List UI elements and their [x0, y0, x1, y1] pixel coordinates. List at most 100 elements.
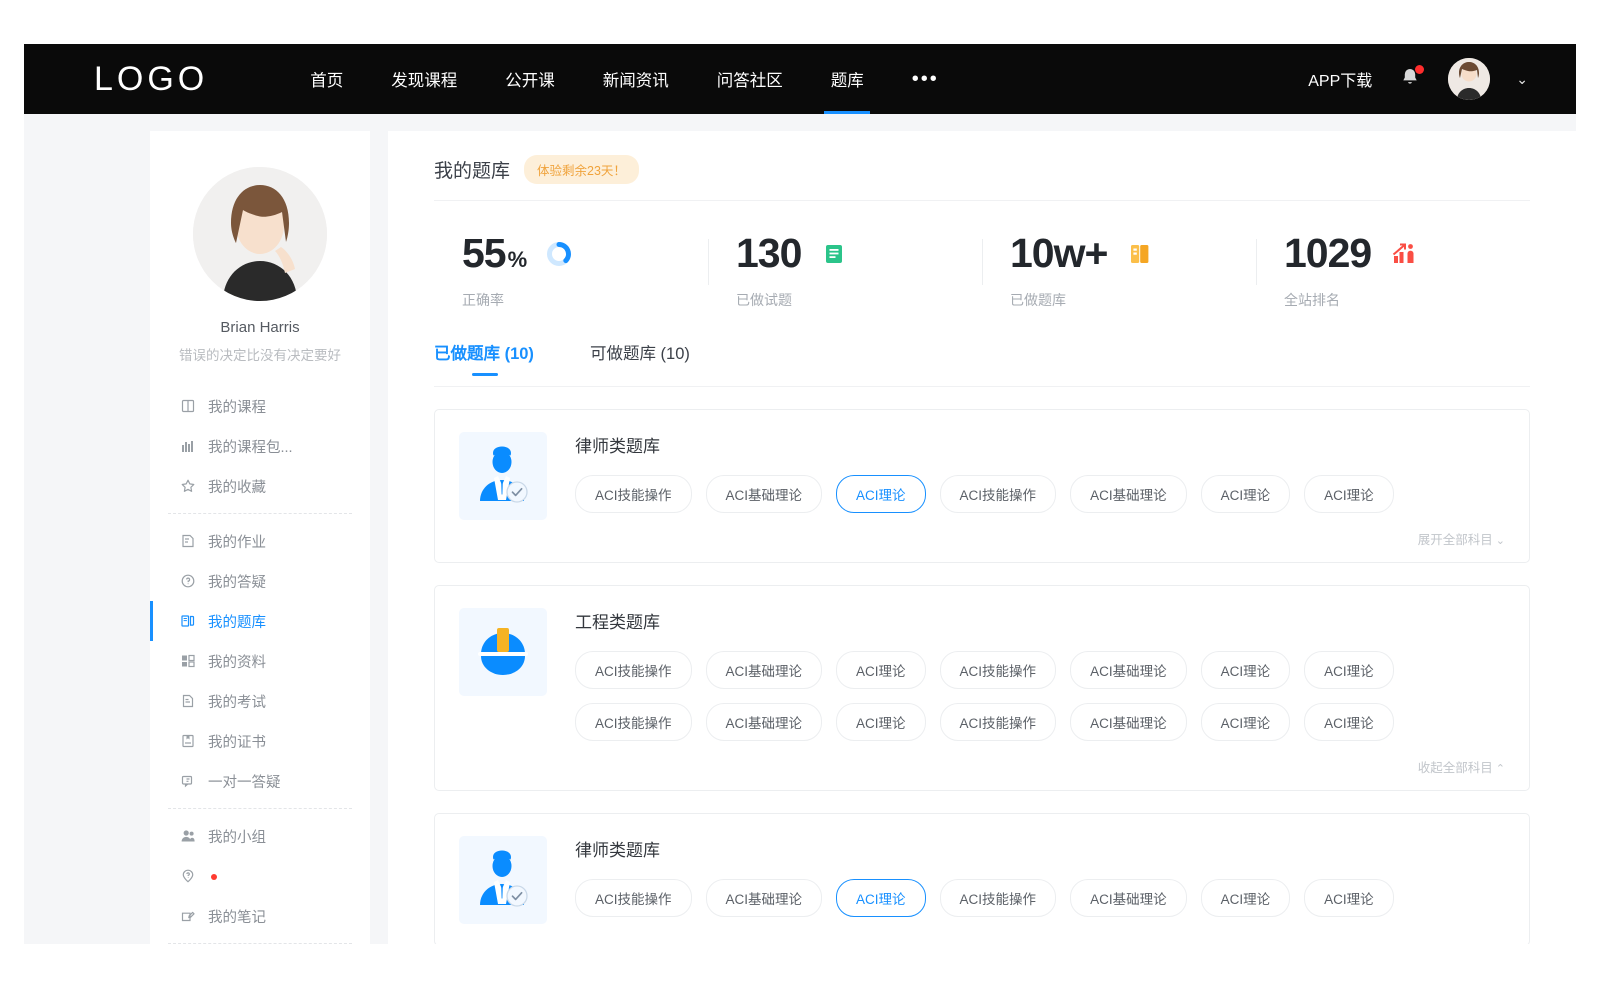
- exam-icon: [180, 693, 196, 709]
- subject-tag[interactable]: ACI理论: [836, 475, 926, 513]
- sidebar-item-label: 我的收藏: [208, 476, 266, 497]
- chat-icon: [180, 773, 196, 789]
- lawyer-icon[interactable]: [459, 432, 547, 520]
- question-bank-icon: [180, 613, 196, 629]
- note-icon: [180, 908, 196, 924]
- tab-1[interactable]: 可做题库 (10): [590, 340, 690, 376]
- subject-tag[interactable]: ACI理论: [1201, 651, 1291, 689]
- sidebar-item-note[interactable]: 我的笔记: [150, 896, 370, 936]
- sidebar-item-certificate[interactable]: 我的证书: [150, 721, 370, 761]
- expand-subjects-link[interactable]: 展开全部科目⌄: [575, 527, 1505, 548]
- chevron-icon: ⌃: [1496, 763, 1505, 775]
- app-window: LOGO 首页发现课程公开课新闻资讯 问答社区 题库 ••• APP下载 ⌄: [24, 44, 1576, 944]
- stat-card-0: 55% 正确率: [434, 233, 708, 310]
- avatar[interactable]: [1448, 58, 1490, 100]
- expand-subjects-link[interactable]: 收起全部科目⌃: [575, 755, 1505, 776]
- sidebar-item-question-bank[interactable]: 我的题库: [150, 601, 370, 641]
- subject-tag[interactable]: ACI理论: [1304, 703, 1394, 741]
- files-icon: [180, 653, 196, 669]
- nav-item-label: 题库: [831, 67, 864, 91]
- sidebar-menu: 我的课程我的课程包... 我的收藏我的作业我的答疑我的题库我的资料我的考试我的证书…: [150, 386, 370, 944]
- subject-tag[interactable]: ACI技能操作: [575, 651, 692, 689]
- sidebar-item-files[interactable]: 我的资料: [150, 641, 370, 681]
- nav-more-button[interactable]: •••: [888, 44, 963, 114]
- nav-item-1[interactable]: 发现课程: [367, 44, 481, 114]
- subject-tag[interactable]: ACI理论: [1201, 879, 1291, 917]
- notification-bell-button[interactable]: [1398, 66, 1422, 92]
- question-circle-icon: [180, 573, 196, 589]
- main-content: 我的题库 体验剩余23天！ 55% 正确率130 已做试题10w+ 已做题库10…: [388, 131, 1576, 944]
- sidebar-item-homework[interactable]: 我的作业: [150, 521, 370, 561]
- subject-tag[interactable]: ACI基础理论: [1070, 879, 1187, 917]
- subject-tag[interactable]: ACI理论: [836, 651, 926, 689]
- unread-dot: [211, 874, 217, 880]
- subject-tag[interactable]: ACI技能操作: [940, 475, 1057, 513]
- profile-motto: 错误的决定比没有决定要好: [164, 344, 356, 364]
- subject-tag[interactable]: ACI理论: [836, 879, 926, 917]
- expand-subjects-label: 展开全部科目: [1418, 533, 1493, 547]
- chevron-icon: ⌄: [1496, 535, 1505, 547]
- subject-tag[interactable]: ACI基础理论: [706, 651, 823, 689]
- site-logo[interactable]: LOGO: [94, 60, 208, 99]
- nav-item-4[interactable]: 问答社区: [693, 44, 807, 114]
- subject-tag[interactable]: ACI理论: [836, 703, 926, 741]
- subject-tag[interactable]: ACI技能操作: [575, 475, 692, 513]
- subject-tag[interactable]: ACI基础理论: [706, 703, 823, 741]
- tag-row: ACI技能操作 ACI基础理论 ACI理论 ACI技能操作 ACI基础理论 ACI理论 AC…: [575, 651, 1505, 689]
- exam-icon: [180, 693, 196, 709]
- stat-label: 已做试题: [736, 290, 982, 310]
- sidebar-item-exam[interactable]: 我的考试: [150, 681, 370, 721]
- profile-name: Brian Harris: [164, 319, 356, 336]
- subject-tag[interactable]: ACI基础理论: [706, 879, 823, 917]
- subject-tag[interactable]: ACI技能操作: [940, 651, 1057, 689]
- stat-label: 已做题库: [1010, 290, 1256, 310]
- subject-tag[interactable]: ACI基础理论: [1070, 703, 1187, 741]
- orange-book-icon: [1127, 241, 1153, 267]
- nav-item-0[interactable]: 首页: [286, 44, 367, 114]
- main-nav: 首页发现课程公开课新闻资讯 问答社区 题库: [286, 44, 888, 114]
- lawyer-icon[interactable]: [459, 836, 547, 924]
- menu-divider: [168, 808, 352, 809]
- subject-tag[interactable]: ACI基础理论: [1070, 475, 1187, 513]
- subject-tag[interactable]: ACI技能操作: [940, 879, 1057, 917]
- sidebar-item-book[interactable]: 我的课程: [150, 386, 370, 426]
- subject-tag[interactable]: ACI技能操作: [575, 879, 692, 917]
- nav-item-label: 新闻资讯: [603, 67, 669, 91]
- subject-tag[interactable]: ACI理论: [1304, 879, 1394, 917]
- sidebar-item-chat[interactable]: 一对一答疑: [150, 761, 370, 801]
- subject-tag[interactable]: ACI理论: [1304, 475, 1394, 513]
- subject-tag[interactable]: ACI技能操作: [940, 703, 1057, 741]
- star-icon: [180, 478, 196, 494]
- nav-item-label: 问答社区: [717, 67, 783, 91]
- main-header: 我的题库 体验剩余23天！: [434, 155, 1530, 201]
- subject-tag[interactable]: ACI技能操作: [575, 703, 692, 741]
- subject-tag[interactable]: ACI基础理论: [706, 475, 823, 513]
- card-body: 律师类题库ACI技能操作ACI基础理论ACI理论ACI技能操作ACI基础理论AC…: [575, 432, 1505, 548]
- sidebar-item-question-circle[interactable]: 我的答疑: [150, 561, 370, 601]
- stat-value: 130: [736, 233, 801, 274]
- subject-tag[interactable]: ACI理论: [1201, 475, 1291, 513]
- sidebar-item-label: 我的笔记: [208, 906, 266, 927]
- engineer-helmet-icon[interactable]: [459, 608, 547, 696]
- sidebar-item-bar-chart[interactable]: 我的课程包...: [150, 426, 370, 466]
- nav-item-3[interactable]: 新闻资讯: [579, 44, 693, 114]
- green-book-icon: [821, 241, 847, 267]
- nav-item-5[interactable]: 题库: [807, 44, 888, 114]
- subject-tag[interactable]: ACI基础理论: [1070, 651, 1187, 689]
- profile-photo[interactable]: [193, 167, 327, 301]
- question-bank-icon: [180, 613, 196, 629]
- nav-item-2[interactable]: 公开课: [481, 44, 579, 114]
- sidebar-item-star[interactable]: 我的收藏: [150, 466, 370, 506]
- files-icon: [180, 653, 196, 669]
- subject-tag[interactable]: ACI理论: [1304, 651, 1394, 689]
- question-bank-card: 律师类题库ACI技能操作ACI基础理论ACI理论ACI技能操作ACI基础理论AC…: [434, 409, 1530, 563]
- sidebar-item-group[interactable]: 我的小组: [150, 816, 370, 856]
- pie-chart-icon: [546, 241, 572, 267]
- page-body: Brian Harris 错误的决定比没有决定要好 我的课程我的课程包...我的…: [24, 114, 1576, 944]
- chevron-down-icon[interactable]: ⌄: [1516, 71, 1528, 88]
- app-download-link[interactable]: APP下载: [1308, 67, 1372, 91]
- subject-tag[interactable]: ACI理论: [1201, 703, 1291, 741]
- sidebar-profile: Brian Harris 错误的决定比没有决定要好: [150, 167, 370, 364]
- sidebar-item-qa-pin[interactable]: [150, 856, 370, 896]
- tab-0[interactable]: 已做题库 (10): [434, 340, 534, 376]
